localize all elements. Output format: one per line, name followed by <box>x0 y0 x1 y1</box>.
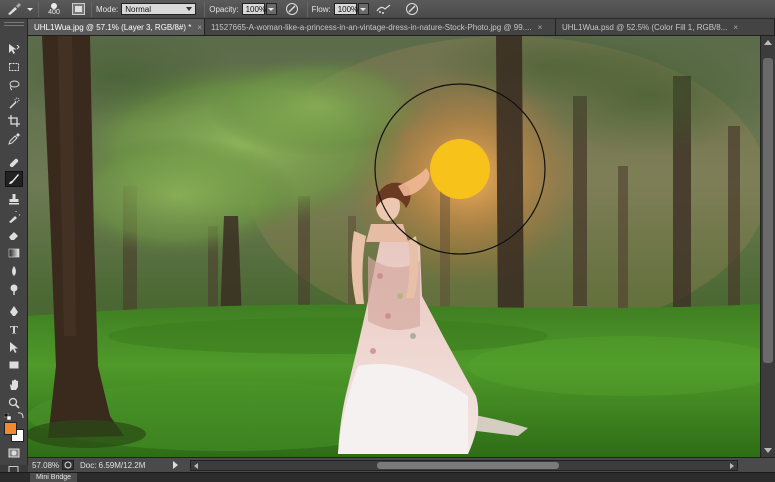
crop-icon[interactable] <box>5 113 23 129</box>
mode-value: Normal <box>125 4 152 14</box>
quick-select-icon[interactable] <box>5 95 23 111</box>
brush-preset-icon[interactable] <box>3 2 25 17</box>
eyedropper-icon[interactable] <box>5 131 23 147</box>
mini-bridge-tab[interactable]: Mini Bridge <box>30 473 78 482</box>
tab-label: 11527665-A-woman-like-a-princess-in-an-v… <box>211 22 532 32</box>
opacity-label: Opacity: <box>209 4 239 14</box>
scroll-up-icon[interactable] <box>764 40 772 45</box>
move-icon[interactable] <box>5 41 23 57</box>
tab-stock-photo[interactable]: 11527665-A-woman-like-a-princess-in-an-v… <box>205 19 556 35</box>
blur-icon[interactable] <box>5 263 23 279</box>
chevron-down-icon <box>186 7 193 11</box>
brush-size-value: 400 <box>48 8 60 16</box>
pressure-opacity-icon[interactable] <box>281 2 303 17</box>
brush-size-picker[interactable]: 400 <box>43 2 65 17</box>
marquee-icon[interactable] <box>5 59 23 75</box>
opacity-dropdown[interactable] <box>265 3 277 15</box>
close-icon[interactable]: × <box>538 23 543 32</box>
pressure-size-icon[interactable] <box>401 2 423 17</box>
scroll-left-icon[interactable] <box>194 462 198 469</box>
document-canvas[interactable] <box>28 36 760 457</box>
foreground-color-swatch[interactable] <box>4 422 17 435</box>
pen-icon[interactable] <box>5 303 23 319</box>
tools-panel: T <box>0 19 28 465</box>
scroll-right-icon[interactable] <box>730 462 734 469</box>
quick-mask-icon[interactable] <box>5 445 23 461</box>
history-brush-icon[interactable] <box>5 209 23 225</box>
brush-icon[interactable] <box>5 171 23 187</box>
opacity-input[interactable]: 100% <box>241 3 267 15</box>
zoom-level[interactable]: 57.08% <box>28 461 62 470</box>
swap-colors-icon[interactable] <box>17 411 25 419</box>
painted-sun-shape <box>430 139 490 199</box>
opacity-value: 100% <box>245 4 267 14</box>
brush-preset-dropdown[interactable] <box>26 3 34 15</box>
vertical-scroll-thumb[interactable] <box>763 58 773 363</box>
photo-forest-bride <box>28 36 760 457</box>
zoom-icon[interactable] <box>5 395 23 411</box>
screen-mode-icon[interactable] <box>5 465 23 473</box>
tab-uhl1wua-psd[interactable]: UHL1Wua.psd @ 52.5% (Color Fill 1, RGB/8… <box>556 19 775 35</box>
mode-label: Mode: <box>96 4 119 14</box>
svg-text:T: T <box>10 323 18 335</box>
status-bar: 57.08% Doc: 6.59M/12.2M <box>28 457 775 472</box>
options-bar: 400 Mode: Normal Opacity: 100% Flow: 100… <box>0 0 775 19</box>
document-tab-bar: UHL1Wua.jpg @ 57.1% (Layer 3, RGB/8#) * … <box>28 19 775 36</box>
close-icon[interactable]: × <box>197 23 202 32</box>
eraser-icon[interactable] <box>5 227 23 243</box>
flow-dropdown[interactable] <box>357 3 369 15</box>
tab-uhl1wua-jpg[interactable]: UHL1Wua.jpg @ 57.1% (Layer 3, RGB/8#) * … <box>28 19 205 35</box>
status-info-icon[interactable] <box>62 460 74 470</box>
type-icon[interactable]: T <box>5 321 23 337</box>
horizontal-scrollbar[interactable] <box>190 459 738 471</box>
bottom-panel-dock: Mini Bridge <box>0 472 775 482</box>
healing-icon[interactable] <box>5 155 23 171</box>
tab-label: UHL1Wua.jpg @ 57.1% (Layer 3, RGB/8#) * <box>34 22 192 32</box>
brush-panel-toggle-icon[interactable] <box>69 2 87 17</box>
path-select-icon[interactable] <box>5 339 23 355</box>
airbrush-icon[interactable] <box>373 2 395 17</box>
tab-label: UHL1Wua.psd @ 52.5% (Color Fill 1, RGB/8… <box>562 22 728 32</box>
mode-select[interactable]: Normal <box>121 3 197 15</box>
gradient-icon[interactable] <box>5 245 23 261</box>
shape-icon[interactable] <box>5 357 23 373</box>
default-colors-icon[interactable] <box>3 412 12 421</box>
stamp-icon[interactable] <box>5 191 23 207</box>
panel-grip[interactable] <box>4 22 24 26</box>
scroll-down-icon[interactable] <box>764 448 772 453</box>
vertical-scrollbar[interactable] <box>760 36 775 457</box>
flow-label: Flow: <box>311 4 331 14</box>
hand-icon[interactable] <box>5 377 23 393</box>
horizontal-scroll-thumb[interactable] <box>377 461 559 469</box>
status-menu-arrow-icon[interactable] <box>172 461 184 469</box>
lasso-icon[interactable] <box>5 77 23 93</box>
dodge-icon[interactable] <box>5 281 23 297</box>
document-size: Doc: 6.59M/12.2M <box>80 460 146 470</box>
close-icon[interactable]: × <box>733 23 738 32</box>
flow-input[interactable]: 100% <box>333 3 359 15</box>
flow-value: 100% <box>337 4 359 14</box>
photoshop-window: 400 Mode: Normal Opacity: 100% Flow: 100… <box>0 0 775 482</box>
